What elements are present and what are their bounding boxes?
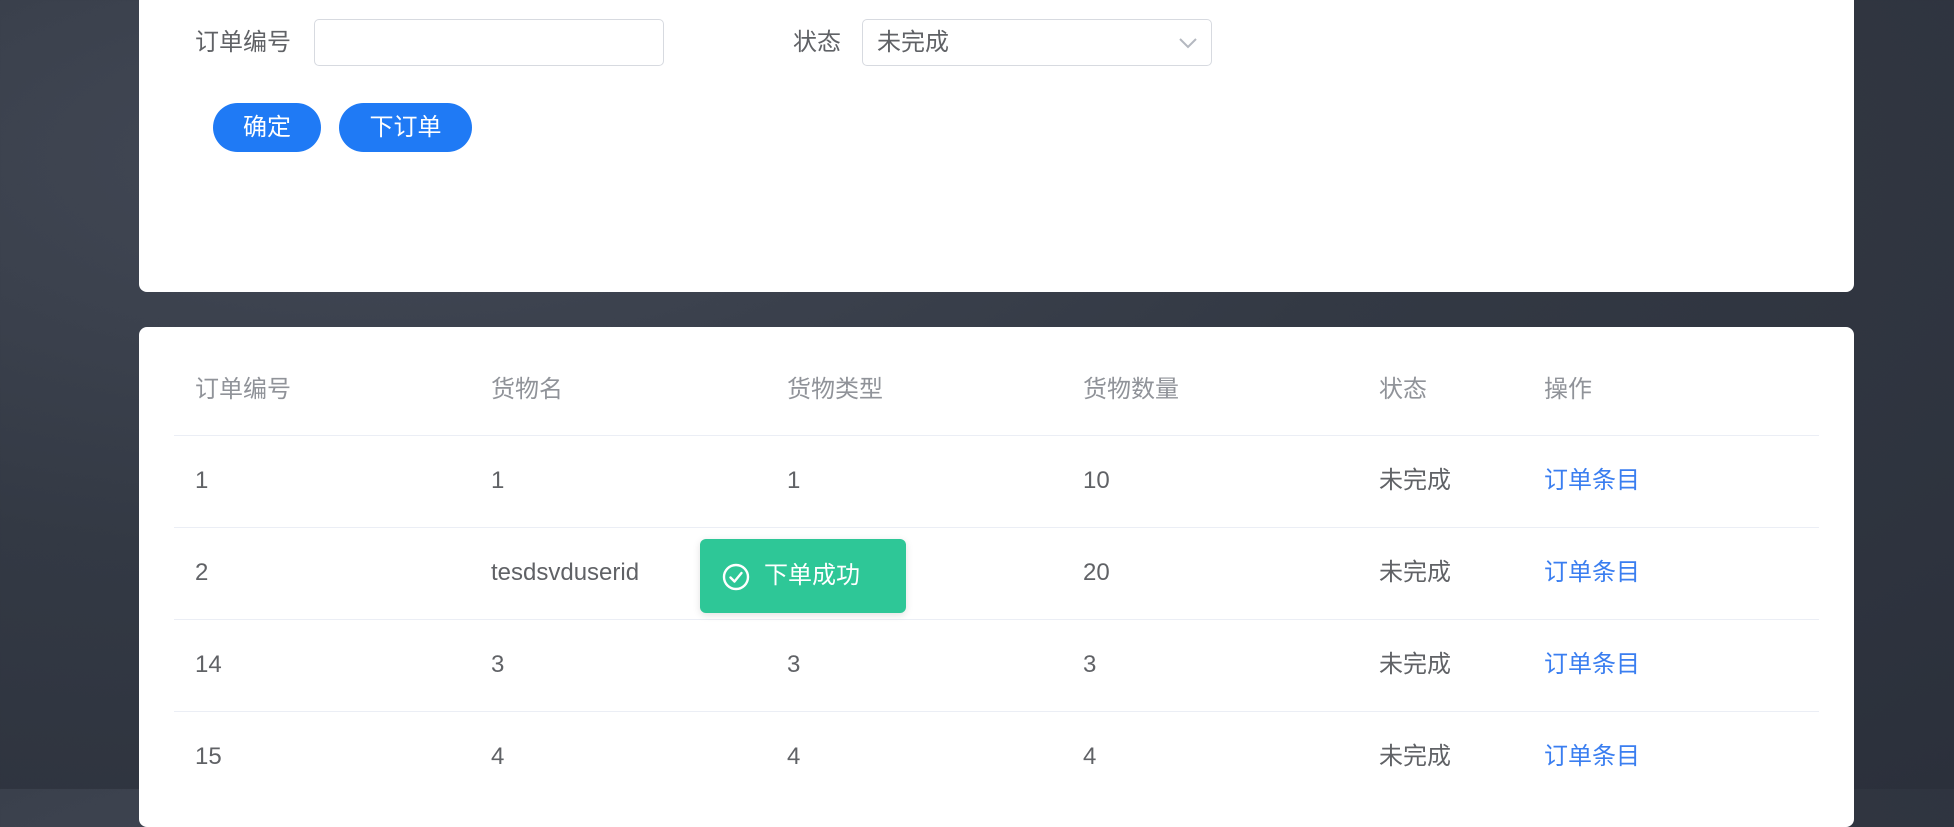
cell-status: 未完成 <box>1379 559 1451 586</box>
header-status: 状态 <box>1379 376 1427 403</box>
cell-quantity: 4 <box>1083 743 1097 770</box>
header-goods-type: 货物类型 <box>787 376 883 403</box>
success-toast: 下单成功 <box>700 539 906 613</box>
place-order-button[interactable]: 下订单 <box>339 103 472 152</box>
cell-quantity: 3 <box>1083 651 1097 678</box>
cell-order-no: 1 <box>195 467 209 494</box>
header-order-no: 订单编号 <box>195 376 291 403</box>
header-quantity: 货物数量 <box>1083 376 1179 403</box>
cell-quantity: 20 <box>1083 559 1110 586</box>
cell-goods-type: 3 <box>787 651 801 678</box>
order-items-link[interactable]: 订单条目 <box>1544 553 1640 593</box>
toast-message: 下单成功 <box>764 562 860 589</box>
cell-goods-name: 4 <box>491 743 505 770</box>
order-no-label: 订单编号 <box>195 29 291 56</box>
cell-status: 未完成 <box>1379 743 1451 770</box>
chevron-down-icon <box>1179 38 1197 49</box>
status-label: 状态 <box>793 29 841 56</box>
confirm-button[interactable]: 确定 <box>213 103 321 152</box>
cell-goods-type: 4 <box>787 743 801 770</box>
cell-quantity: 10 <box>1083 467 1110 494</box>
row-divider <box>174 527 1819 528</box>
cell-goods-name: 1 <box>491 467 505 494</box>
cell-status: 未完成 <box>1379 651 1451 678</box>
order-no-input[interactable] <box>314 19 664 66</box>
cell-goods-name: 3 <box>491 651 505 678</box>
cell-goods-name: tesdsvduserid <box>491 559 640 586</box>
order-items-link[interactable]: 订单条目 <box>1544 737 1640 777</box>
cell-status: 未完成 <box>1379 467 1451 494</box>
header-action: 操作 <box>1544 376 1592 403</box>
cell-order-no: 15 <box>195 743 222 770</box>
cell-order-no: 2 <box>195 559 209 586</box>
cell-goods-type: 1 <box>787 467 801 494</box>
header-goods-name: 货物名 <box>491 376 563 403</box>
row-divider <box>174 619 1819 620</box>
order-items-link[interactable]: 订单条目 <box>1544 461 1640 501</box>
row-divider <box>174 435 1819 436</box>
row-divider <box>174 711 1819 712</box>
status-select[interactable]: 未完成 <box>862 19 1212 66</box>
status-select-value: 未完成 <box>877 29 949 56</box>
check-circle-icon <box>722 563 750 591</box>
order-items-link[interactable]: 订单条目 <box>1544 645 1640 685</box>
cell-order-no: 14 <box>195 651 222 678</box>
